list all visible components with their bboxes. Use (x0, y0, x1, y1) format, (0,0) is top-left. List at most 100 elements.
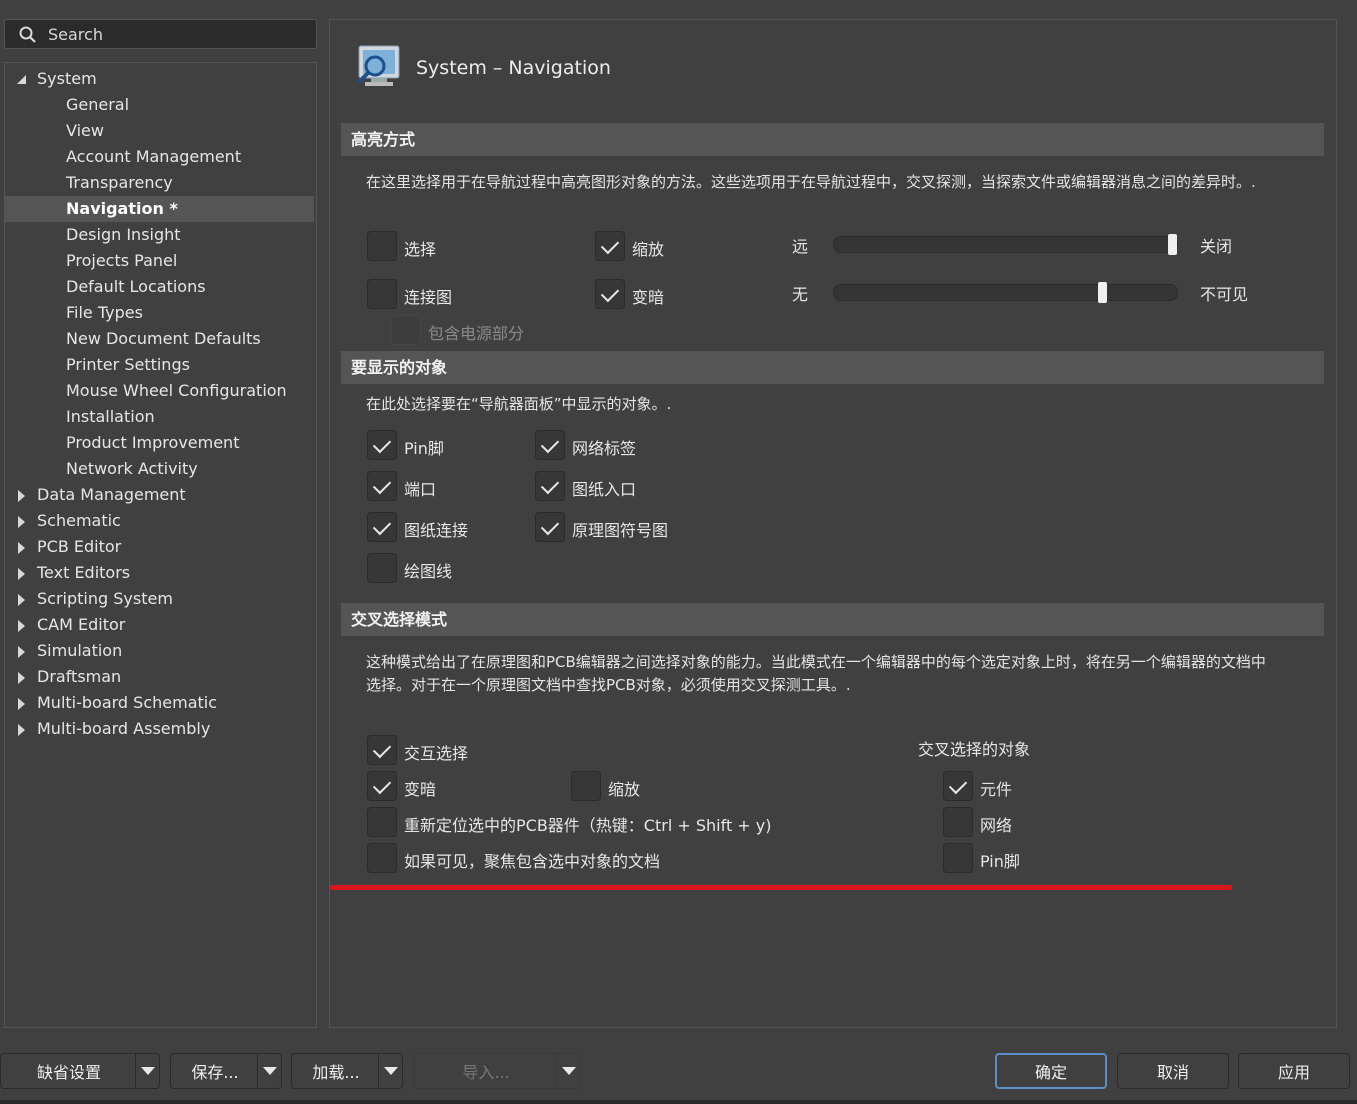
cross-pin-checkbox[interactable] (943, 843, 973, 873)
tree-item-new-document-defaults[interactable]: New Document Defaults (5, 326, 261, 352)
collapsed-triangle-icon[interactable] (16, 698, 27, 710)
tree-item-data-management[interactable]: Data Management (5, 482, 186, 508)
cross-select-objects-heading: 交叉选择的对象 (918, 740, 1031, 759)
tree-item-printer-settings[interactable]: Printer Settings (5, 352, 190, 378)
sheet-connector-label: 图纸连接 (404, 521, 469, 540)
chevron-down-icon (262, 1067, 277, 1075)
dim-checkbox[interactable] (595, 279, 625, 309)
net-label-label: 网络标签 (572, 439, 637, 458)
cross-dim-checkbox[interactable] (367, 771, 397, 801)
cross-zoom-checkbox[interactable] (571, 771, 601, 801)
tree-item-text-editors[interactable]: Text Editors (5, 560, 130, 586)
cancel-button[interactable]: 取消 (1117, 1053, 1229, 1089)
defaults-dropdown[interactable] (135, 1054, 159, 1088)
connection-graph-checkbox[interactable] (367, 279, 397, 309)
sheet-entry-checkbox[interactable] (535, 471, 565, 501)
cross-pin-label: Pin脚 (980, 852, 1020, 871)
section-cross-select-title: 交叉选择模式 (341, 603, 1324, 636)
tree-item-general[interactable]: General (5, 92, 129, 118)
apply-button[interactable]: 应用 (1238, 1053, 1350, 1089)
search-input[interactable]: Search (4, 19, 317, 49)
import-button-label[interactable]: 导入... (414, 1054, 558, 1088)
import-button[interactable]: 导入... (413, 1053, 581, 1089)
collapsed-triangle-icon[interactable] (16, 568, 27, 580)
zoom-precision-slider[interactable] (833, 236, 1178, 253)
interactive-select-checkbox[interactable] (367, 735, 397, 765)
zoom-precision-slider-thumb[interactable] (1168, 234, 1177, 255)
tree-item-multi-board-schematic[interactable]: Multi-board Schematic (5, 690, 217, 716)
collapsed-triangle-icon[interactable] (16, 594, 27, 606)
collapsed-triangle-icon[interactable] (16, 516, 27, 528)
reposition-pcb-checkbox[interactable] (367, 807, 397, 837)
include-power-checkbox[interactable] (391, 315, 421, 345)
tree-item-projects-panel[interactable]: Projects Panel (5, 248, 177, 274)
tree-item-navigation[interactable]: Navigation * (5, 196, 314, 222)
tree-item-file-types[interactable]: File Types (5, 300, 143, 326)
sheet-connector-checkbox[interactable] (367, 512, 397, 542)
defaults-button-label[interactable]: 缺省设置 (1, 1054, 137, 1088)
save-dropdown[interactable] (257, 1054, 281, 1088)
load-button[interactable]: 加载... (291, 1053, 403, 1089)
collapsed-triangle-icon[interactable] (16, 672, 27, 684)
red-annotation-line (330, 885, 1232, 890)
tree-item-mouse-wheel-configuration[interactable]: Mouse Wheel Configuration (5, 378, 287, 404)
save-button-label[interactable]: 保存... (171, 1054, 259, 1088)
schematic-symbol-label: 原理图符号图 (572, 521, 669, 540)
collapsed-triangle-icon[interactable] (16, 620, 27, 632)
save-button[interactable]: 保存... (170, 1053, 282, 1089)
tree-item-multi-board-assembly[interactable]: Multi-board Assembly (5, 716, 210, 742)
tree-item-design-insight[interactable]: Design Insight (5, 222, 181, 248)
chevron-down-icon (561, 1067, 576, 1075)
tree-item-simulation[interactable]: Simulation (5, 638, 122, 664)
dim-label: 变暗 (632, 288, 665, 307)
focus-document-checkbox[interactable] (367, 843, 397, 873)
load-dropdown[interactable] (378, 1054, 402, 1088)
port-label: 端口 (404, 480, 437, 499)
schematic-symbol-checkbox[interactable] (535, 512, 565, 542)
tree-item-account-management[interactable]: Account Management (5, 144, 241, 170)
tree-item-draftsman[interactable]: Draftsman (5, 664, 121, 690)
select-checkbox[interactable] (367, 231, 397, 261)
zoom-checkbox[interactable] (595, 231, 625, 261)
net-checkbox[interactable] (943, 807, 973, 837)
tree-item-installation[interactable]: Installation (5, 404, 155, 430)
dim-level-slider-thumb[interactable] (1097, 282, 1107, 303)
load-button-label[interactable]: 加载... (292, 1054, 380, 1088)
tree-item-transparency[interactable]: Transparency (5, 170, 173, 196)
collapsed-triangle-icon[interactable] (16, 724, 27, 736)
tree-item-pcb-editor[interactable]: PCB Editor (5, 534, 121, 560)
category-tree[interactable]: System General View Account Management T… (4, 62, 317, 1028)
section-highlight-description: 在这里选择用于在导航过程中高亮图形对象的方法。这些选项用于在导航过程中，交叉探测… (366, 173, 1256, 191)
dim-level-slider[interactable] (833, 284, 1178, 301)
drawing-wire-checkbox[interactable] (367, 553, 397, 583)
collapsed-triangle-icon[interactable] (16, 490, 27, 502)
collapsed-triangle-icon[interactable] (16, 646, 27, 658)
tree-item-scripting-system[interactable]: Scripting System (5, 586, 173, 612)
tree-item-cam-editor[interactable]: CAM Editor (5, 612, 125, 638)
include-power-label: 包含电源部分 (428, 324, 525, 343)
ok-button[interactable]: 确定 (995, 1053, 1107, 1089)
tree-item-default-locations[interactable]: Default Locations (5, 274, 206, 300)
section-cross-select-description: 这种模式给出了在原理图和PCB编辑器之间选择对象的能力。当此模式在一个编辑器中的… (366, 653, 1266, 694)
net-label-checkbox[interactable] (535, 430, 565, 460)
pin-label: Pin脚 (404, 439, 444, 458)
tree-item-product-improvement[interactable]: Product Improvement (5, 430, 239, 456)
connection-graph-label: 连接图 (404, 288, 453, 307)
expanded-triangle-icon[interactable] (16, 74, 27, 85)
tree-item-schematic[interactable]: Schematic (5, 508, 121, 534)
import-dropdown[interactable] (556, 1054, 580, 1088)
defaults-button[interactable]: 缺省设置 (0, 1053, 160, 1089)
section-highlight-title: 高亮方式 (341, 123, 1324, 156)
chevron-down-icon (140, 1067, 155, 1075)
reposition-pcb-label: 重新定位选中的PCB器件（热键：Ctrl + Shift + y) (404, 816, 772, 835)
tree-item-system[interactable]: System (5, 66, 97, 92)
tree-item-view[interactable]: View (5, 118, 104, 144)
collapsed-triangle-icon[interactable] (16, 542, 27, 554)
port-checkbox[interactable] (367, 471, 397, 501)
component-checkbox[interactable] (943, 771, 973, 801)
tree-item-network-activity[interactable]: Network Activity (5, 456, 198, 482)
cross-dim-label: 变暗 (404, 780, 437, 799)
search-icon (19, 26, 36, 43)
pin-checkbox[interactable] (367, 430, 397, 460)
navigation-monitor-icon (357, 45, 400, 86)
